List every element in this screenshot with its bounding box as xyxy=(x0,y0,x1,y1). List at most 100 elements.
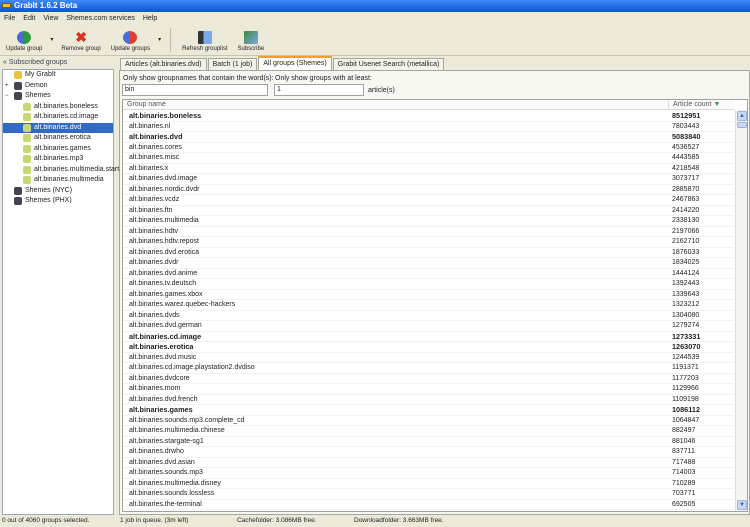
tree-node[interactable]: alt.binaries.erotica xyxy=(3,133,113,144)
table-row[interactable]: alt.binaries.erotica 1263070 xyxy=(123,342,734,353)
refresh-multiple-icon xyxy=(123,31,138,44)
tree-node[interactable]: My GrabIt xyxy=(3,70,113,81)
tab-articles[interactable]: Articles (alt.binaries.dvd) xyxy=(120,58,207,70)
menu-help[interactable]: Help xyxy=(143,15,157,22)
table-row[interactable]: alt.binaries.dvd.music 1244539 xyxy=(123,353,734,363)
table-row[interactable]: alt.binaries.drwho 837711 xyxy=(123,447,734,458)
vertical-scrollbar[interactable]: ▲ ▼ xyxy=(735,110,747,511)
min-articles-input[interactable]: 1 xyxy=(274,84,364,96)
update-groups-dropdown[interactable]: ▾ xyxy=(158,36,161,43)
table-row[interactable]: alt.binaries.multimedia.disney 710289 xyxy=(123,479,734,489)
article-count-cell: 7803443 xyxy=(672,122,700,130)
table-row[interactable]: alt.binaries.dvds 1304080 xyxy=(123,311,734,321)
group-name-cell: alt.binaries.dvd.music xyxy=(129,353,197,361)
article-count-cell: 882497 xyxy=(672,427,696,435)
column-article-count[interactable]: Article count ▼ xyxy=(668,100,734,109)
subscribed-groups-header[interactable]: « Subscribed groups xyxy=(0,58,116,68)
tree-node[interactable]: alt.binaries.boneless xyxy=(3,102,113,113)
refresh-grouplist-button[interactable]: Refresh grouplist xyxy=(180,31,229,52)
article-count-cell: 714003 xyxy=(672,469,696,477)
update-groups-button[interactable]: Update groups xyxy=(109,31,152,52)
tree-node[interactable]: Shemes (PHX) xyxy=(3,196,113,207)
group-name-cell: alt.binaries.stargate-sg1 xyxy=(129,437,204,445)
table-row[interactable]: alt.binaries.dvd.german 1279274 xyxy=(123,321,734,332)
tab-all-groups[interactable]: All groups (Shemes) xyxy=(258,56,332,70)
column-group-name[interactable]: Group name xyxy=(123,100,668,109)
article-count-cell: 8512951 xyxy=(672,111,701,121)
table-row[interactable]: alt.binaries.multimedia.chinese 882497 xyxy=(123,426,734,437)
article-count-cell: 1244539 xyxy=(672,353,700,361)
table-row[interactable]: alt.binaries.mom 1129966 xyxy=(123,384,734,395)
article-count-cell: 1323212 xyxy=(672,301,700,309)
group-name-cell: alt.binaries.cd.image xyxy=(129,331,202,341)
group-name-cell: alt.binaries.boneless xyxy=(129,111,202,121)
tab-usenet-search[interactable]: Grabit Usenet Search (metallica) xyxy=(332,58,445,70)
table-row[interactable]: alt.binaries.cores 4536527 xyxy=(123,143,734,153)
table-row[interactable]: alt.binaries.dvd.erotica 1876033 xyxy=(123,248,734,258)
article-count-cell: 4218548 xyxy=(672,164,700,172)
table-row[interactable]: alt.binaries.sounds.mp3 714003 xyxy=(123,468,734,479)
main-panel: Articles (alt.binaries.dvd) Batch (1 job… xyxy=(119,56,750,515)
name-filter-input[interactable]: bin xyxy=(122,84,268,96)
scroll-thumb[interactable] xyxy=(737,122,747,128)
tree-node-label: Shemes (NYC) xyxy=(25,186,73,194)
group-name-cell: alt.binaries.mom xyxy=(129,385,181,393)
name-filter-label: Only show groupnames that contain the wo… xyxy=(123,75,274,82)
tree-node[interactable]: alt.binaries.multimedia xyxy=(3,175,113,186)
table-row[interactable]: alt.binaries.nordic.dvdr 2885870 xyxy=(123,185,734,195)
tab-batch[interactable]: Batch (1 job) xyxy=(207,58,258,70)
table-row[interactable]: alt.binaries.dvd.french 1109198 xyxy=(123,395,734,405)
expander-icon[interactable]: − xyxy=(5,91,11,102)
menu-edit[interactable]: Edit xyxy=(23,15,35,22)
status-cachefolder: Cachefolder: 3.086MB free. xyxy=(237,517,317,524)
tree-node[interactable]: alt.binaries.mp3 xyxy=(3,154,113,165)
table-row[interactable]: alt.binaries.boneless 8512951 xyxy=(123,111,734,122)
group-name-cell: alt.binaries.dvdr xyxy=(129,259,179,267)
menu-file[interactable]: File xyxy=(4,15,15,22)
tree-node[interactable]: alt.binaries.cd.image xyxy=(3,112,113,123)
status-downloadfolder: Downloadfolder: 3.663MB free. xyxy=(354,517,444,524)
table-row[interactable]: alt.binaries.hdtv 2197066 xyxy=(123,227,734,237)
table-row[interactable]: alt.binaries.nl 7803443 xyxy=(123,122,734,132)
expander-icon[interactable]: + xyxy=(5,81,11,92)
group-name-cell: alt.binaries.multimedia xyxy=(129,217,199,225)
group-name-cell: alt.binaries.sounds.lossless xyxy=(129,490,215,498)
table-row[interactable]: alt.binaries.cd.image.playstation2.dvdis… xyxy=(123,363,734,374)
table-row[interactable]: alt.binaries.vcdz 2467863 xyxy=(123,195,734,206)
table-row[interactable]: alt.binaries.sounds.lossless 703771 xyxy=(123,489,734,500)
tree-node[interactable]: alt.binaries.multimedia.startrek xyxy=(3,165,129,176)
menu-shemes-services[interactable]: Shemes.com services xyxy=(66,15,134,22)
table-row[interactable]: alt.binaries.misc 4443585 xyxy=(123,153,734,164)
table-row[interactable]: alt.binaries.ftn 2414220 xyxy=(123,206,734,216)
table-row[interactable]: alt.binaries.dvdcore 1177203 xyxy=(123,374,734,384)
table-row[interactable]: alt.binaries.warez.quebec-hackers 1323212 xyxy=(123,300,734,311)
tree-node[interactable]: + Demon xyxy=(3,81,113,92)
table-row[interactable]: alt.binaries.hdtv.repost 2162710 xyxy=(123,237,734,248)
subscribe-button[interactable]: Subscribe xyxy=(236,31,267,52)
table-row[interactable]: alt.binaries.stargate-sg1 881046 xyxy=(123,437,734,447)
table-row[interactable]: alt.binaries.games 1086112 xyxy=(123,405,734,416)
update-group-dropdown[interactable]: ▾ xyxy=(50,36,53,43)
table-row[interactable]: alt.binaries.tv.deutsch 1392443 xyxy=(123,279,734,290)
table-row[interactable]: alt.binaries.games.xbox 1339643 xyxy=(123,290,734,300)
table-row[interactable]: alt.binaries.dvd 5083840 xyxy=(123,132,734,143)
tree-node[interactable]: alt.binaries.dvd xyxy=(3,122,113,133)
scroll-up-icon[interactable]: ▲ xyxy=(737,111,747,121)
table-row[interactable]: alt.binaries.the-terminal 692505 xyxy=(123,500,734,510)
tree-node[interactable]: − Shemes xyxy=(3,91,113,102)
subscribe-icon xyxy=(243,31,258,44)
table-row[interactable]: alt.binaries.dvdr 1834025 xyxy=(123,258,734,269)
table-row[interactable]: alt.binaries.cd.image 1273331 xyxy=(123,331,734,342)
table-row[interactable]: alt.binaries.x 4218548 xyxy=(123,164,734,174)
tree-node[interactable]: Shemes (NYC) xyxy=(3,186,113,197)
table-row[interactable]: alt.binaries.multimedia 2338130 xyxy=(123,216,734,227)
menu-view[interactable]: View xyxy=(43,15,58,22)
table-row[interactable]: alt.binaries.dvd.asian 717488 xyxy=(123,458,734,468)
update-group-button[interactable]: Update group xyxy=(4,31,44,52)
tree-node[interactable]: alt.binaries.games xyxy=(3,144,113,155)
table-row[interactable]: alt.binaries.dvd.image 3073717 xyxy=(123,174,734,185)
table-row[interactable]: alt.binaries.dvd.anime 1444124 xyxy=(123,269,734,279)
scroll-down-icon[interactable]: ▼ xyxy=(737,500,747,510)
remove-group-button[interactable]: ✖ Remove group xyxy=(59,30,102,52)
table-row[interactable]: alt.binaries.sounds.mp3.complete_cd 10648… xyxy=(123,416,734,426)
